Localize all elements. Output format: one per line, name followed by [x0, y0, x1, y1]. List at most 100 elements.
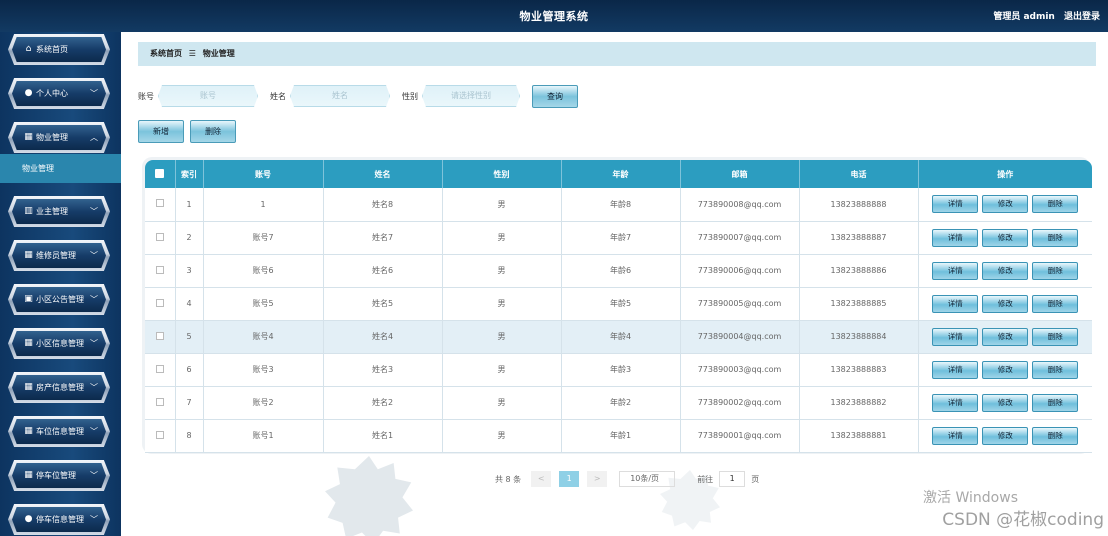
user-icon: ● — [24, 88, 33, 98]
sidebar-subitem-active[interactable]: 物业管理 — [0, 154, 121, 183]
sidebar-item[interactable]: ▥ 业主管理 ﹀ — [8, 196, 110, 227]
sidebar-item[interactable]: ▣ 小区公告管理 ﹀ — [8, 284, 110, 315]
batch-delete-button[interactable]: 删除 — [190, 120, 236, 143]
sidebar-item[interactable]: ▦ 小区信息管理 ﹀ — [8, 328, 110, 359]
row-checkbox[interactable] — [145, 287, 176, 320]
sidebar-item[interactable]: ▦ 物业管理 ︿ — [8, 122, 110, 153]
table-cell: 男 — [442, 320, 562, 353]
table-cell: 13823888884 — [799, 320, 919, 353]
data-table: 索引 账号 姓名 性别 年龄 邮箱 电话 操作 1 1 姓名8 男年龄8 773890008@qq.c… — [142, 157, 1092, 454]
table-row[interactable]: 7 账号2 姓名2 男年龄2 773890002@qq.com 13823888882 详情… — [145, 386, 1092, 419]
page-unit-label: 页 — [751, 474, 760, 484]
row-checkbox[interactable] — [145, 386, 176, 419]
table-cell: 773890008@qq.com — [680, 188, 800, 221]
table-cell: 773890005@qq.com — [680, 287, 800, 320]
prev-page-button[interactable]: < — [531, 471, 552, 487]
sidebar-item[interactable]: ● 个人中心 ﹀ — [8, 78, 110, 109]
row-checkbox[interactable] — [145, 419, 176, 452]
edit-button[interactable]: 修改 — [982, 393, 1029, 412]
user-area: 管理员 admin 退出登录 — [987, 9, 1100, 22]
edit-button[interactable]: 修改 — [982, 294, 1029, 313]
detail-button[interactable]: 详情 — [932, 327, 979, 346]
detail-button[interactable]: 详情 — [932, 294, 979, 313]
edit-button[interactable]: 修改 — [982, 261, 1029, 280]
account-input[interactable]: 账号 — [158, 85, 258, 107]
breadcrumb: 系统首页 ☰ 物业管理 — [138, 42, 1096, 66]
row-checkbox[interactable] — [145, 320, 176, 353]
table-cell: 5 — [175, 320, 204, 353]
home-icon: ⌂ — [25, 44, 32, 54]
table-row[interactable]: 6 账号3 姓名3 男年龄3 773890003@qq.com 13823888883 详情… — [145, 353, 1092, 386]
delete-button[interactable]: 删除 — [1032, 426, 1079, 445]
sidebar-item[interactable]: ● 停车信息管理 ﹀ — [8, 504, 110, 535]
sidebar-item[interactable]: ⌂ 系统首页 — [8, 34, 110, 65]
sidebar-item[interactable]: ▦ 车位信息管理 ﹀ — [8, 416, 110, 447]
breadcrumb-home[interactable]: 系统首页 — [150, 49, 182, 58]
chevron-down-icon: ﹀ — [90, 251, 98, 260]
column-header: 操作 — [997, 169, 1014, 179]
table-cell: 年龄3 — [561, 353, 681, 386]
detail-button[interactable]: 详情 — [932, 393, 979, 412]
column-header: 姓名 — [323, 160, 443, 188]
chevron-down-icon: ﹀ — [90, 295, 98, 304]
table-cell: 男 — [442, 221, 562, 254]
table-cell: 8 — [175, 419, 204, 452]
next-page-button[interactable]: > — [587, 471, 608, 487]
sidebar-item-label: 小区公告管理 — [36, 295, 84, 304]
detail-button[interactable]: 详情 — [932, 426, 979, 445]
table-row[interactable]: 5 账号4 姓名4 男年龄4 773890004@qq.com 13823888884 详情… — [145, 320, 1092, 353]
detail-button[interactable]: 详情 — [932, 228, 979, 247]
delete-button[interactable]: 删除 — [1032, 360, 1079, 379]
detail-button[interactable]: 详情 — [932, 360, 979, 379]
detail-button[interactable]: 详情 — [932, 261, 979, 280]
row-checkbox[interactable] — [145, 353, 176, 386]
add-button[interactable]: 新增 — [138, 120, 184, 143]
table-row[interactable]: 3 账号6 姓名6 男年龄6 773890006@qq.com 13823888886 详情… — [145, 254, 1092, 287]
row-checkbox[interactable] — [145, 221, 176, 254]
delete-button[interactable]: 删除 — [1032, 228, 1079, 247]
edit-button[interactable]: 修改 — [982, 327, 1029, 346]
pagination: 共 8 条 < 1 > 10条/页 前往 1 页 — [495, 471, 759, 487]
table-row[interactable]: 8 账号1 姓名1 男年龄1 773890001@qq.com 13823888881 详情… — [145, 419, 1092, 452]
delete-button[interactable]: 删除 — [1032, 261, 1079, 280]
page-1-button[interactable]: 1 — [559, 471, 580, 487]
edit-button[interactable]: 修改 — [982, 195, 1029, 214]
name-input[interactable]: 姓名 — [290, 85, 390, 107]
delete-button[interactable]: 删除 — [1032, 195, 1079, 214]
delete-button[interactable]: 删除 — [1032, 393, 1079, 412]
table-cell: 1 — [175, 188, 204, 221]
page-size-select[interactable]: 10条/页 — [619, 471, 676, 487]
gear-decoration — [325, 456, 413, 536]
detail-button[interactable]: 详情 — [932, 195, 979, 214]
table-row[interactable]: 2 账号7 姓名7 男年龄7 773890007@qq.com 13823888887 详情… — [145, 221, 1092, 254]
table-cell: 773890006@qq.com — [680, 254, 800, 287]
windows-activation-watermark: 激活 Windows — [923, 490, 1018, 506]
delete-button[interactable]: 删除 — [1032, 327, 1079, 346]
select-all-checkbox[interactable] — [145, 160, 176, 188]
edit-button[interactable]: 修改 — [982, 426, 1029, 445]
chevron-down-icon: ﹀ — [90, 89, 98, 98]
table-row[interactable]: 4 账号5 姓名5 男年龄5 773890005@qq.com 13823888885 详情… — [145, 287, 1092, 320]
sidebar-item[interactable]: ▦ 房产信息管理 ﹀ — [8, 372, 110, 403]
chevron-down-icon: ﹀ — [90, 471, 98, 480]
edit-button[interactable]: 修改 — [982, 360, 1029, 379]
delete-button[interactable]: 删除 — [1032, 294, 1079, 313]
chevron-down-icon: ﹀ — [90, 339, 98, 348]
row-checkbox[interactable] — [145, 254, 176, 287]
gender-select[interactable]: 请选择性别 — [422, 85, 520, 107]
logout-link[interactable]: 退出登录 — [1064, 12, 1100, 22]
column-header: 索引 — [175, 160, 204, 188]
table-row[interactable]: 1 1 姓名8 男年龄8 773890008@qq.com 13823888888 详情 修改… — [145, 188, 1092, 221]
table-cell: 账号4 — [203, 320, 324, 353]
sidebar-item[interactable]: ▦ 维修员管理 ﹀ — [8, 240, 110, 271]
table-cell: 账号7 — [203, 221, 324, 254]
row-checkbox[interactable] — [145, 188, 176, 221]
grid-icon: ▦ — [24, 426, 33, 436]
grid-icon: ▦ — [24, 470, 33, 480]
query-button[interactable]: 查询 — [532, 84, 578, 108]
sidebar-item[interactable]: ▦ 停车位管理 ﹀ — [8, 460, 110, 491]
goto-page-input[interactable]: 1 — [719, 471, 746, 487]
app-title: 物业管理系统 — [519, 10, 589, 23]
sidebar-item-label: 个人中心 — [36, 89, 68, 98]
edit-button[interactable]: 修改 — [982, 228, 1029, 247]
